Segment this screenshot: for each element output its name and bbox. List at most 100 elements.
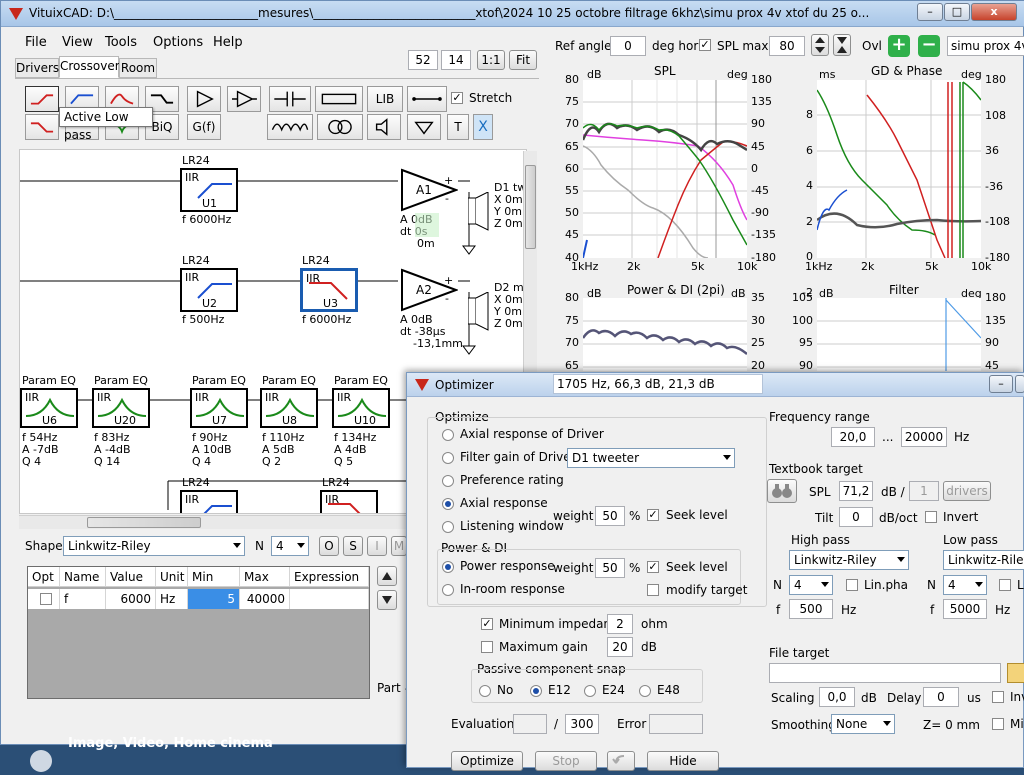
optimize-button[interactable]: Optimize [451, 751, 523, 771]
inductor-button[interactable] [267, 114, 313, 140]
cell-max[interactable]: 40000 [240, 589, 290, 609]
minimize-button[interactable]: – [917, 3, 943, 21]
min-impedance-field[interactable]: 2 [607, 614, 633, 634]
eq-block[interactable]: IIR U6 [20, 388, 78, 428]
seek-level-checkbox[interactable]: ✓ [647, 509, 659, 521]
scroll-thumb[interactable] [525, 165, 536, 249]
drivers-button[interactable]: drivers [943, 481, 991, 501]
order-select[interactable]: 4 [271, 536, 309, 556]
low-pass-type-select[interactable]: Linkwitz-Riley [943, 550, 1024, 570]
spl-max-field[interactable]: 80 [769, 36, 805, 56]
tilt-field[interactable]: 0 [839, 507, 873, 527]
capacitor-button[interactable] [269, 86, 311, 112]
cell-value[interactable]: 6000 [106, 589, 156, 609]
remove-overlay-icon[interactable]: − [918, 35, 940, 57]
hp-order-select[interactable]: 4 [789, 575, 833, 595]
freq-max-field[interactable]: 20000 [901, 427, 947, 447]
menu-tools[interactable]: Tools [105, 35, 137, 50]
filter-block-u3[interactable]: IIR U3 [300, 268, 358, 312]
close-button[interactable]: x [971, 3, 1017, 21]
speaker-button[interactable] [367, 114, 401, 140]
power-di-graph[interactable]: Power & DI (2pi) dB dB 80 75 70 65 35 30 25 20 [551, 281, 781, 372]
filter-graph[interactable]: Filter dB deg 105 100 95 90 180 135 90 45 [785, 281, 1024, 372]
radio-snap-e48[interactable] [639, 685, 651, 697]
ground-button[interactable] [407, 114, 441, 140]
driver-d1[interactable] [467, 191, 490, 234]
filter-block-row4-2[interactable]: IIR [320, 490, 378, 513]
filter-block-u2[interactable]: IIR U2 [180, 268, 238, 312]
param-eq-5[interactable]: Param EQ IIR U10 f 134Hz A 4dB Q 5 [332, 374, 402, 474]
scaling-field[interactable]: 0,0 [819, 687, 855, 707]
view-width-field[interactable]: 52 [408, 50, 438, 70]
zoom-1to1-button[interactable]: 1:1 [477, 50, 505, 70]
lowpass-passive-button[interactable] [25, 114, 59, 140]
undo-button[interactable] [607, 751, 635, 771]
spl-up-down-icon[interactable] [811, 34, 829, 56]
power-seek-level-checkbox[interactable]: ✓ [647, 561, 659, 573]
text-button[interactable]: T [447, 114, 469, 140]
spl-target-field[interactable]: 71,2 [839, 481, 873, 501]
high-pass-type-select[interactable]: Linkwitz-Riley [789, 550, 909, 570]
eq-block[interactable]: IIR U10 [332, 388, 390, 428]
gd-phase-graph[interactable]: GD & Phase ms deg 8 6 4 2 0 -2 180 108 36 -36 -10… [785, 63, 1024, 299]
menu-help[interactable]: Help [213, 35, 243, 50]
optimizer-minimize-button[interactable]: – [989, 375, 1013, 393]
smoothing-select[interactable]: None [831, 714, 895, 734]
hp-frequency-field[interactable]: 500 [789, 599, 833, 619]
binoculars-icon[interactable] [767, 479, 797, 503]
resistor-button[interactable] [315, 86, 363, 112]
param-eq-3[interactable]: Param EQ IIR U7 f 90Hz A 10dB Q 4 [190, 374, 260, 474]
eq-block[interactable]: IIR U20 [92, 388, 150, 428]
radio-axial-driver[interactable] [442, 429, 454, 441]
evaluations-total-field[interactable]: 300 [565, 714, 599, 734]
opt-checkbox[interactable] [40, 593, 52, 605]
amplifier-button[interactable] [187, 86, 221, 112]
radio-in-room-response[interactable] [442, 584, 454, 596]
radio-filter-gain[interactable] [442, 452, 454, 464]
spl-max-checkbox[interactable]: ✓ [699, 39, 711, 51]
radio-listening-window[interactable] [442, 521, 454, 533]
freq-min-field[interactable]: 20,0 [831, 427, 875, 447]
file-target-field[interactable] [769, 663, 1001, 683]
target-min-checkbox[interactable] [992, 718, 1004, 730]
tab-crossover[interactable]: Crossover [59, 56, 120, 78]
m-button[interactable]: M [391, 536, 407, 556]
cell-unit[interactable]: Hz [156, 589, 188, 609]
simulation-name-field[interactable]: simu prox 4v x [947, 36, 1024, 56]
cell-min[interactable]: 5 [188, 589, 240, 609]
scroll-thumb[interactable] [87, 517, 201, 528]
eq-block[interactable]: IIR U7 [190, 388, 248, 428]
library-button[interactable]: LIB [367, 86, 403, 112]
driver-d2[interactable] [467, 291, 490, 334]
target-invert-checkbox[interactable] [992, 691, 1004, 703]
move-up-button[interactable] [377, 566, 397, 586]
param-eq-4[interactable]: Param EQ IIR U8 f 110Hz A 5dB Q 2 [260, 374, 330, 474]
o-button[interactable]: O [319, 536, 339, 556]
maximize-button[interactable]: □ [944, 3, 970, 21]
spl-auto-icon[interactable] [833, 34, 851, 56]
buffer-button[interactable] [227, 86, 261, 112]
hp-lin-pha-checkbox[interactable] [846, 579, 858, 591]
radio-preference-rating[interactable] [442, 475, 454, 487]
lp-order-select[interactable]: 4 [943, 575, 987, 595]
menu-view[interactable]: View [62, 35, 93, 50]
s-button[interactable]: S [343, 536, 363, 556]
eq-block[interactable]: IIR U8 [260, 388, 318, 428]
view-height-field[interactable]: 14 [441, 50, 471, 70]
stop-button[interactable]: Stop [535, 751, 597, 771]
menu-file[interactable]: File [25, 35, 47, 50]
param-eq-2[interactable]: Param EQ IIR U20 f 83Hz A -4dB Q 14 [92, 374, 162, 474]
driver-select[interactable]: D1 tweeter [567, 448, 735, 468]
spl-graph[interactable]: SPL dB deg 80 75 70 65 60 55 50 45 40 180 135 90 45… [551, 63, 781, 275]
lp-lin-pha-checkbox[interactable] [999, 579, 1011, 591]
invert-checkbox[interactable] [925, 511, 937, 523]
lp-frequency-field[interactable]: 5000 [943, 599, 987, 619]
radio-snap-no[interactable] [479, 685, 491, 697]
transformer-button[interactable] [317, 114, 363, 140]
hide-button[interactable]: Hide [647, 751, 719, 771]
param-eq-1[interactable]: Param EQ IIR U6 f 54Hz A -7dB Q 4 [20, 374, 90, 474]
optimizer-maximize-button[interactable] [1015, 375, 1024, 393]
amplifier-a2[interactable]: A2 + - [400, 268, 458, 312]
ref-angle-field[interactable]: 0 [610, 36, 646, 56]
cell-opt[interactable] [28, 589, 60, 609]
